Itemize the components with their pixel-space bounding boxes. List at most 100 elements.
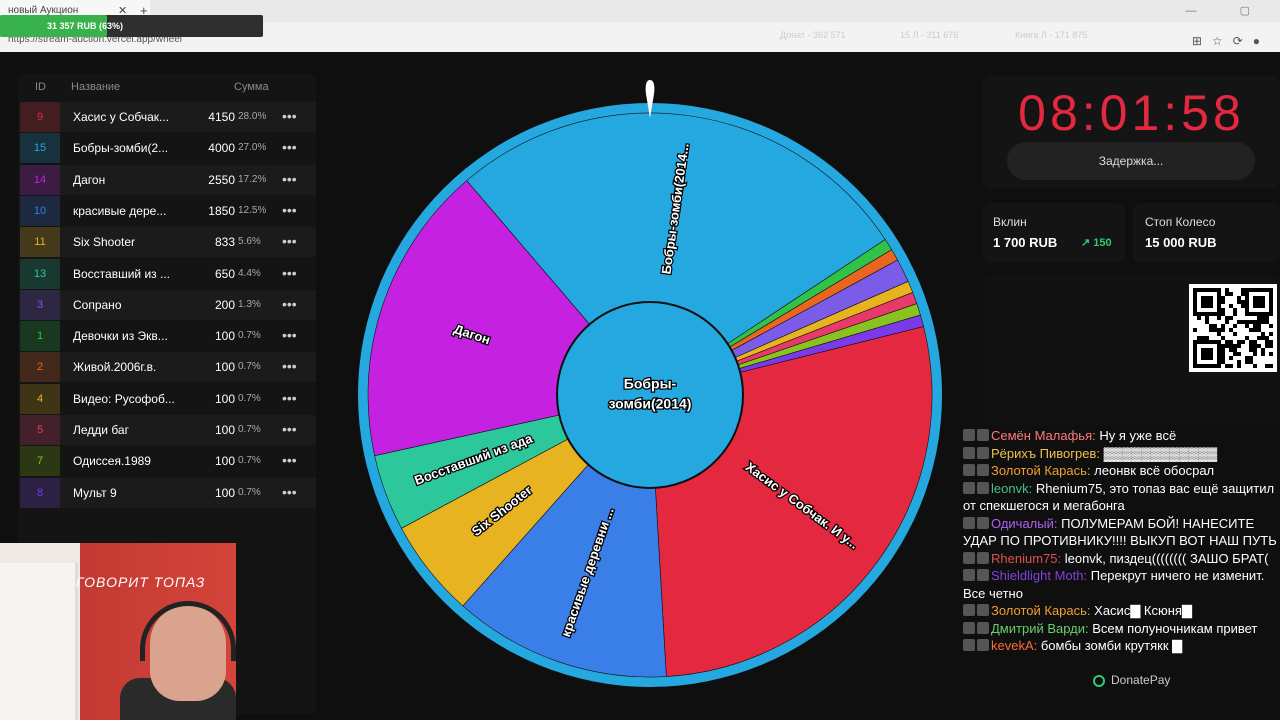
row-name: Видео: Русофоб... [73, 391, 175, 406]
vklin-label: Вклин [993, 215, 1027, 229]
badge-icon [963, 429, 975, 441]
more-options-icon[interactable]: ••• [282, 446, 297, 474]
table-row[interactable]: 8 Мульт 9 100 0.7% ••• [20, 477, 316, 508]
badge-icon [963, 516, 975, 529]
row-id: 10 [20, 195, 60, 226]
wheel-center-label: Бобры- [624, 376, 677, 392]
faded-overlay-text-3: Книга Л - 171 875 [1015, 30, 1088, 40]
chat-text: Всем полуночникам привет [1092, 620, 1258, 636]
more-options-icon[interactable]: ••• [282, 352, 297, 380]
row-name: Восставший из ... [73, 266, 170, 281]
row-percent: 5.6% [238, 236, 261, 248]
table-row[interactable]: 11 Six Shooter 833 5.6% ••• [20, 227, 316, 258]
chat-text: Ну я уже всё [1099, 428, 1177, 443]
row-name: Живой.2006г.в. [73, 360, 157, 375]
row-percent: 27.0% [238, 142, 267, 154]
more-options-icon[interactable]: ••• [282, 196, 297, 224]
chat-message: Rhenium75: leonvk, пиздец(((((((( ЗАШО Б… [963, 550, 1280, 568]
table-row[interactable]: 10 красивые дере... 1850 12.5% ••• [20, 195, 316, 226]
more-options-icon[interactable]: ••• [282, 165, 297, 193]
chat-username[interactable]: Золотой Карась: [991, 603, 1094, 618]
chat-text: Хасис▇ Ксюня▇ [1094, 603, 1192, 618]
table-row[interactable]: 1 Девочки из Экв... 100 0.7% ••• [20, 321, 316, 352]
progress-text: 31 357 RUB (63%) [46, 21, 124, 31]
donation-progress-bar: 31 357 RUB (63%) [0, 15, 263, 37]
row-id: 8 [20, 477, 60, 508]
chat-message: Золотой Карась: леонвк всё обосрал [963, 462, 1280, 480]
profile-icon[interactable]: ● [1253, 34, 1270, 48]
row-name: Six Shooter [73, 235, 136, 250]
extensions-icon[interactable]: ⟳ [1233, 34, 1253, 48]
row-amount: 100 [214, 485, 235, 500]
chat-text: ▓▓▓▓▓▓▓▓▓▓▓▓ [1103, 445, 1218, 461]
row-percent: 0.7% [238, 486, 261, 498]
delay-button[interactable]: Задержка... [1007, 142, 1255, 180]
chat-username[interactable]: Дмитрий Варди: [991, 621, 1092, 636]
chat-message: kevekA: бомбы зомби крутякк ▇ [963, 637, 1280, 655]
translate-icon[interactable]: ⊞ [1192, 34, 1212, 48]
chat-message: leonvk: Rhenium75, это топаз вас ещё защ… [963, 480, 1280, 515]
trend-up-icon: ↗ [1081, 237, 1094, 249]
badge-icon [977, 621, 989, 634]
row-percent: 0.7% [238, 330, 261, 342]
row-amount: 100 [214, 454, 235, 469]
badge-icon [977, 604, 989, 616]
more-options-icon[interactable]: ••• [282, 227, 297, 255]
row-name: Бобры-зомби(2... [73, 141, 169, 156]
row-id: 11 [20, 227, 60, 258]
chat-message: Shieldlight Moth: Перекрут ничего не изм… [963, 567, 1280, 602]
chat-username[interactable]: Золотой Карась: [991, 463, 1094, 478]
more-options-icon[interactable]: ••• [282, 384, 297, 412]
table-row[interactable]: 4 Видео: Русофоб... 100 0.7% ••• [20, 383, 316, 414]
row-amount: 100 [214, 423, 235, 437]
more-options-icon[interactable]: ••• [282, 415, 297, 443]
chat-username[interactable]: kevekA: [991, 638, 1041, 653]
table-row[interactable]: 5 Ледди баг 100 0.7% ••• [20, 415, 316, 445]
badge-icon [963, 569, 975, 581]
more-options-icon[interactable]: ••• [282, 478, 297, 506]
more-options-icon[interactable]: ••• [282, 133, 297, 161]
more-options-icon[interactable]: ••• [282, 290, 297, 318]
badge-icon [977, 569, 989, 581]
stream-chat: Семён Малафья: Ну я уже всё Рёрихъ Пивогр… [963, 427, 1280, 655]
table-row[interactable]: 13 Восставший из ... 650 4.4% ••• [20, 258, 316, 289]
more-options-icon[interactable]: ••• [282, 321, 297, 349]
row-name: Мульт 9 [73, 485, 117, 500]
row-percent: 0.7% [238, 455, 261, 467]
table-row[interactable]: 9 Хасис у Собчак... 4150 28.0% ••• [20, 102, 316, 132]
wheel-pointer [645, 80, 655, 118]
table-row[interactable]: 15 Бобры-зомби(2... 4000 27.0% ••• [20, 133, 316, 164]
stop-wheel-card: Стоп Колесо 15 000 RUB [1133, 203, 1280, 263]
table-row[interactable]: 2 Живой.2006г.в. 100 0.7% ••• [20, 352, 316, 383]
row-percent: 4.4% [238, 267, 261, 279]
chat-username[interactable]: Shieldlight Moth: [991, 568, 1091, 583]
row-percent: 0.7% [238, 392, 261, 404]
more-options-icon[interactable]: ••• [282, 259, 297, 287]
row-percent: 17.2% [238, 173, 267, 185]
chat-username[interactable]: Рёрихъ Пивогрев: [991, 446, 1104, 461]
chat-text: леонвк всё обосрал [1094, 463, 1215, 478]
row-amount: 200 [214, 297, 235, 312]
more-options-icon[interactable]: ••• [282, 102, 297, 130]
table-row[interactable]: 7 Одиссея.1989 100 0.7% ••• [20, 446, 316, 477]
bookmark-star-icon[interactable]: ☆ [1212, 34, 1233, 48]
toolbar-icons[interactable]: ⊞☆⟳● [1192, 34, 1270, 48]
chat-username[interactable]: Rhenium75: [991, 551, 1065, 566]
row-id: 13 [20, 258, 60, 289]
row-id: 15 [20, 133, 60, 164]
chat-message: Дмитрий Варди: Всем полуночникам привет [963, 620, 1280, 638]
table-row[interactable]: 14 Дагон 2550 17.2% ••• [20, 164, 316, 195]
row-id: 3 [20, 289, 60, 320]
badge-icon [977, 639, 989, 651]
window-controls[interactable]: — ▢ [1186, 4, 1270, 17]
chat-username[interactable]: leonvk: [991, 481, 1036, 496]
row-percent: 0.7% [238, 361, 261, 373]
faded-overlay-text: Донат - 362 571 [780, 30, 846, 40]
row-name: Сопрано [73, 297, 122, 312]
table-row[interactable]: 3 Сопрано 200 1.3% ••• [20, 289, 316, 320]
row-amount: 650 [214, 266, 235, 281]
auction-wheel[interactable]: Бобры-зомби(2014...Хасис у Собчак. И у..… [355, 100, 945, 690]
chat-username[interactable]: Семён Малафья: [991, 428, 1099, 443]
webcam-overlay: ГОВОРИТ ТОПАЗ [0, 543, 236, 720]
chat-username[interactable]: Одичалый: [991, 516, 1061, 531]
